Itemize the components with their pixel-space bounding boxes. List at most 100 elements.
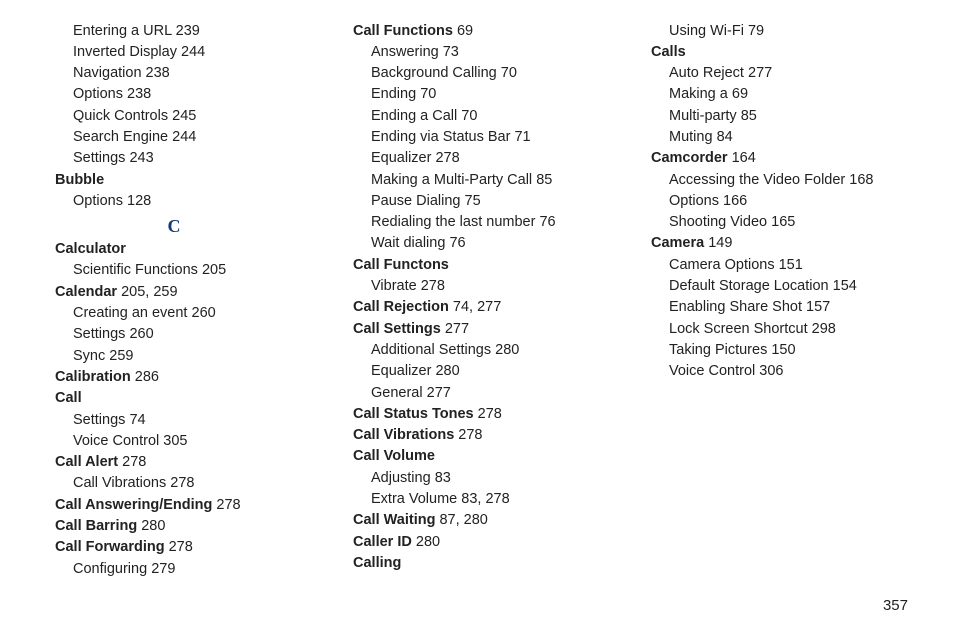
entry-label: Call Barring [55,518,137,534]
index-subentry[interactable]: Answering 73 [353,41,611,62]
entry-page: 149 [708,235,732,251]
index-subentry[interactable]: Ending 70 [353,84,611,105]
entry-label: Caller ID [353,534,412,550]
index-subentry[interactable]: Default Storage Location 154 [651,276,909,297]
entry-label: Settings [73,412,125,428]
index-subentry[interactable]: Ending a Call 70 [353,105,611,126]
index-subentry[interactable]: Voice Control 305 [55,430,313,451]
index-subentry[interactable]: Creating an event 260 [55,303,313,324]
entry-label: Settings [73,150,125,166]
index-subentry[interactable]: Equalizer 280 [353,361,611,382]
index-subentry[interactable]: Redialing the last number 76 [353,212,611,233]
entry-label: Voice Control [669,363,755,379]
index-heading[interactable]: Call [55,388,313,409]
index-subentry[interactable]: Quick Controls 245 [55,105,313,126]
index-subentry[interactable]: Ending via Status Bar 71 [353,126,611,147]
index-subentry[interactable]: Call Vibrations 278 [55,473,313,494]
index-subentry[interactable]: Additional Settings 280 [353,339,611,360]
index-subentry[interactable]: Extra Volume 83, 278 [353,489,611,510]
index-subentry[interactable]: Pause Dialing 75 [353,190,611,211]
entry-label: Ending via Status Bar [371,129,510,145]
index-heading[interactable]: Calculator [55,239,313,260]
index-subentry[interactable]: Multi-party 85 [651,105,909,126]
index-subentry[interactable]: Wait dialing 76 [353,233,611,254]
entry-label: Answering [371,44,439,60]
index-subentry[interactable]: Equalizer 278 [353,148,611,169]
index-subentry[interactable]: Background Calling 70 [353,63,611,84]
index-subentry[interactable]: Auto Reject 277 [651,63,909,84]
index-heading[interactable]: Calibration 286 [55,366,313,387]
index-heading[interactable]: Call Forwarding 278 [55,537,313,558]
entry-label: Calls [651,44,686,60]
index-subentry[interactable]: Camera Options 151 [651,254,909,275]
index-page: Entering a URL 239Inverted Display 244Na… [0,0,954,636]
entry-page: 84 [717,129,733,145]
index-subentry[interactable]: Search Engine 244 [55,126,313,147]
entry-label: Accessing the Video Folder [669,172,845,188]
index-heading[interactable]: Call Alert 278 [55,452,313,473]
entry-page: 73 [443,44,459,60]
index-subentry[interactable]: Configuring 279 [55,558,313,579]
index-heading[interactable]: Call Vibrations 278 [353,425,611,446]
entry-page: 278 [478,406,502,422]
entry-label: Call Waiting [353,512,435,528]
entry-label: Bubble [55,172,104,188]
entry-label: Redialing the last number [371,214,535,230]
index-subentry[interactable]: Navigation 238 [55,63,313,84]
page-number: 357 [883,597,908,614]
index-subentry[interactable]: Muting 84 [651,126,909,147]
entry-label: Additional Settings [371,342,491,358]
index-subentry[interactable]: Options 166 [651,190,909,211]
index-subentry[interactable]: Options 128 [55,190,313,211]
index-subentry[interactable]: Vibrate 278 [353,276,611,297]
index-heading[interactable]: Camera 149 [651,233,909,254]
entry-page: 286 [135,369,159,385]
index-subentry[interactable]: Voice Control 306 [651,361,909,382]
entry-label: Voice Control [73,433,159,449]
entry-label: Lock Screen Shortcut [669,321,808,337]
entry-label: Muting [669,129,713,145]
index-heading[interactable]: Call Settings 277 [353,318,611,339]
entry-page: 154 [833,278,857,294]
entry-label: Calling [353,555,401,571]
index-heading[interactable]: Calls [651,41,909,62]
index-subentry[interactable]: Taking Pictures 150 [651,339,909,360]
entry-page: 76 [539,214,555,230]
index-heading[interactable]: Caller ID 280 [353,531,611,552]
index-heading[interactable]: Calendar 205, 259 [55,281,313,302]
index-heading[interactable]: Call Answering/Ending 278 [55,494,313,515]
index-heading[interactable]: Call Status Tones 278 [353,403,611,424]
index-subentry[interactable]: Options 238 [55,84,313,105]
index-heading[interactable]: Call Rejection 74, 277 [353,297,611,318]
index-heading[interactable]: Call Functions 69 [353,20,611,41]
index-columns: Entering a URL 239Inverted Display 244Na… [55,20,909,580]
index-subentry[interactable]: Scientific Functions 205 [55,260,313,281]
index-subentry[interactable]: General 277 [353,382,611,403]
index-subentry[interactable]: Making a Multi-Party Call 85 [353,169,611,190]
index-subentry[interactable]: Sync 259 [55,345,313,366]
entry-label: Call Status Tones [353,406,474,422]
index-subentry[interactable]: Settings 74 [55,409,313,430]
entry-page: 260 [129,326,153,342]
index-subentry[interactable]: Settings 243 [55,148,313,169]
index-subentry[interactable]: Adjusting 83 [353,467,611,488]
index-subentry[interactable]: Inverted Display 244 [55,41,313,62]
index-subentry[interactable]: Accessing the Video Folder 168 [651,169,909,190]
index-heading[interactable]: Calling [353,552,611,573]
index-heading[interactable]: Camcorder 164 [651,148,909,169]
index-subentry[interactable]: Entering a URL 239 [55,20,313,41]
index-heading[interactable]: Bubble [55,169,313,190]
entry-label: Equalizer [371,150,431,166]
index-subentry[interactable]: Settings 260 [55,324,313,345]
entry-page: 151 [779,257,803,273]
index-subentry[interactable]: Lock Screen Shortcut 298 [651,318,909,339]
index-subentry[interactable]: Using Wi-Fi 79 [651,20,909,41]
index-subentry[interactable]: Shooting Video 165 [651,212,909,233]
index-heading[interactable]: Call Functons [353,254,611,275]
index-subentry[interactable]: Enabling Share Shot 157 [651,297,909,318]
entry-page: 277 [445,321,469,337]
index-heading[interactable]: Call Waiting 87, 280 [353,510,611,531]
index-subentry[interactable]: Making a 69 [651,84,909,105]
index-heading[interactable]: Call Barring 280 [55,516,313,537]
index-heading[interactable]: Call Volume [353,446,611,467]
